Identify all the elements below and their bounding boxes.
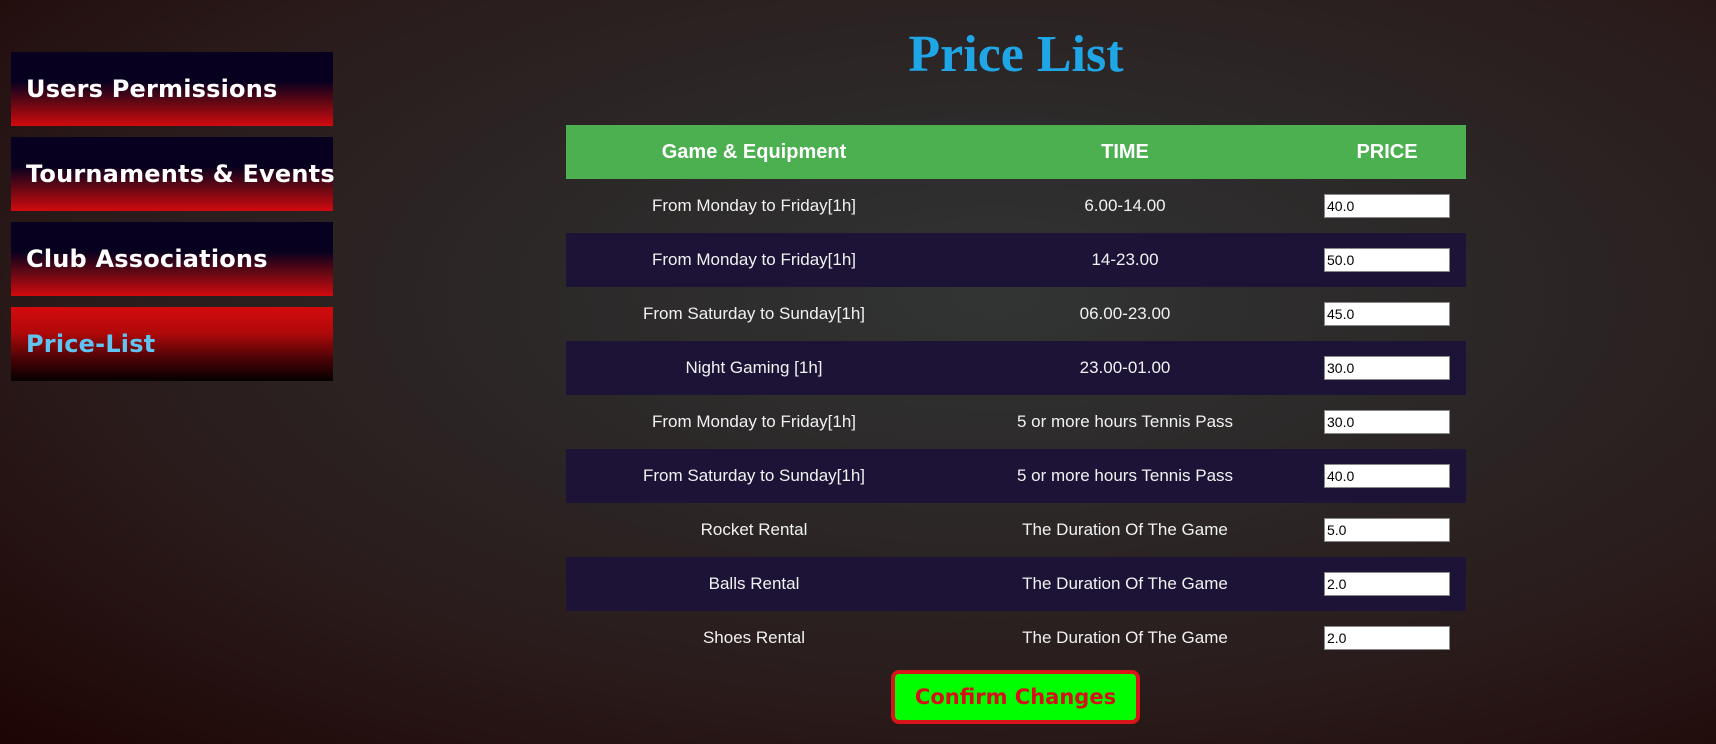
time-cell: 06.00-23.00 (1079, 304, 1171, 323)
table-row: From Monday to Friday[1h] 5 or more hour… (566, 395, 1466, 449)
price-input[interactable] (1324, 356, 1450, 380)
time-cell: The Duration Of The Game (1022, 520, 1228, 539)
price-input[interactable] (1324, 410, 1450, 434)
price-cell (1308, 449, 1466, 503)
sidebar-item-club-associations[interactable]: Club Associations (11, 222, 333, 296)
sidebar-item-price-list[interactable]: Price-List (11, 307, 333, 381)
price-cell (1308, 611, 1466, 665)
table-row: From Monday to Friday[1h] 14-23.00 (566, 233, 1466, 287)
price-table: Game & Equipment TIME PRICE From Monday … (566, 125, 1466, 665)
time-cell: The Duration Of The Game (1022, 628, 1228, 647)
time-cell: 14-23.00 (942, 233, 1308, 287)
table-row: Balls Rental The Duration Of The Game (566, 557, 1466, 611)
game-cell: From Saturday to Sunday[1h] (642, 304, 866, 323)
page-title: Price List (908, 26, 1124, 83)
price-cell (1308, 503, 1466, 557)
game-cell: From Monday to Friday[1h] (566, 233, 942, 287)
sidebar-item-users-permissions[interactable]: Users Permissions (11, 52, 333, 126)
column-header-price: PRICE (1308, 125, 1466, 179)
price-input[interactable] (1324, 518, 1450, 542)
price-cell (1308, 287, 1466, 341)
table-row: Shoes Rental The Duration Of The Game (566, 611, 1466, 665)
confirm-changes-button[interactable]: Confirm Changes (891, 670, 1140, 724)
price-input[interactable] (1324, 464, 1450, 488)
price-input[interactable] (1324, 194, 1450, 218)
table-row: From Saturday to Sunday[1h] 5 or more ho… (566, 449, 1466, 503)
game-cell: From Monday to Friday[1h] (651, 412, 857, 431)
table-row: From Monday to Friday[1h] 6.00-14.00 (566, 179, 1466, 233)
price-cell (1308, 179, 1466, 233)
time-cell: 5 or more hours Tennis Pass (942, 449, 1308, 503)
time-cell: 5 or more hours Tennis Pass (1016, 412, 1234, 431)
game-cell: From Monday to Friday[1h] (651, 196, 857, 215)
table-row: Night Gaming [1h] 23.00-01.00 (566, 341, 1466, 395)
price-input[interactable] (1324, 572, 1450, 596)
price-cell (1308, 233, 1466, 287)
time-cell: 6.00-14.00 (1084, 196, 1166, 215)
game-cell: Rocket Rental (700, 520, 808, 539)
column-header-game: Game & Equipment (566, 125, 942, 179)
table-header-row: Game & Equipment TIME PRICE (566, 125, 1466, 179)
table-row: From Saturday to Sunday[1h] 06.00-23.00 (566, 287, 1466, 341)
time-cell: The Duration Of The Game (942, 557, 1308, 611)
table-row: Rocket Rental The Duration Of The Game (566, 503, 1466, 557)
time-cell: 23.00-01.00 (942, 341, 1308, 395)
game-cell: Shoes Rental (702, 628, 806, 647)
price-cell (1308, 341, 1466, 395)
price-input[interactable] (1324, 248, 1450, 272)
column-header-time: TIME (942, 125, 1308, 179)
game-cell: Night Gaming [1h] (566, 341, 942, 395)
game-cell: Balls Rental (566, 557, 942, 611)
price-cell (1308, 557, 1466, 611)
price-input[interactable] (1324, 626, 1450, 650)
sidebar: Users Permissions Tournaments & Events C… (11, 52, 335, 392)
sidebar-item-tournaments-events[interactable]: Tournaments & Events (11, 137, 335, 211)
game-cell: From Saturday to Sunday[1h] (566, 449, 942, 503)
price-input[interactable] (1324, 302, 1450, 326)
price-cell (1308, 395, 1466, 449)
